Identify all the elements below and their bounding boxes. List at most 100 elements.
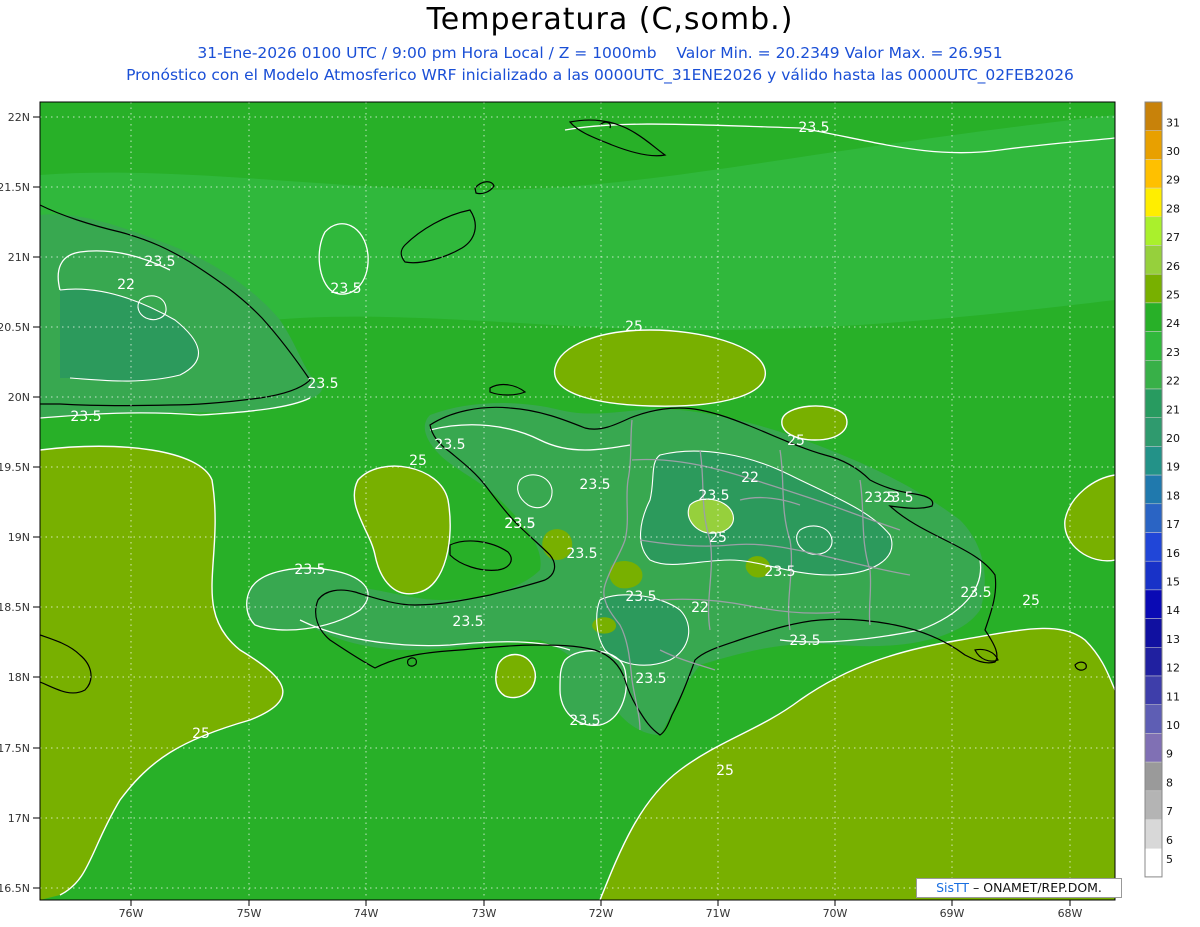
legend-swatch bbox=[1144, 417, 1163, 447]
legend-swatch bbox=[1144, 388, 1163, 418]
lon-label: 72W bbox=[589, 907, 614, 920]
lon-label: 71W bbox=[706, 907, 731, 920]
legend-swatch bbox=[1144, 474, 1163, 505]
lon-label: 74W bbox=[354, 907, 379, 920]
lat-label: 16.5N bbox=[0, 882, 30, 895]
legend-swatch bbox=[1144, 331, 1163, 361]
legend-label: 13 bbox=[1166, 633, 1180, 646]
lat-label: 21N bbox=[8, 251, 30, 264]
credit-text: – ONAMET/REP.DOM. bbox=[973, 880, 1102, 895]
legend-label: 27 bbox=[1166, 231, 1180, 244]
lon-label: 75W bbox=[237, 907, 262, 920]
contour-label: 23.5 bbox=[764, 564, 795, 580]
legend-label: 8 bbox=[1166, 776, 1173, 789]
contour-label: 25 bbox=[192, 726, 210, 742]
contour-label: 23.5 bbox=[70, 409, 101, 425]
legend-swatch bbox=[1144, 704, 1163, 734]
legend-swatch bbox=[1144, 302, 1163, 332]
temperature-map: 22N 21.5N 21N 20.5N 20N 19.5N 19N 18.5N 18N 17.5N… bbox=[0, 101, 1180, 920]
contour-label: 23.5 bbox=[579, 477, 610, 493]
legend-swatch bbox=[1144, 618, 1163, 648]
lat-label: 22N bbox=[8, 111, 30, 124]
credit-box: SisTT – ONAMET/REP.DOM. bbox=[916, 878, 1122, 898]
lat-label: 20.5N bbox=[0, 321, 30, 334]
legend-label: 12 bbox=[1166, 662, 1180, 675]
legend-label: 5 bbox=[1166, 853, 1173, 866]
legend-swatch bbox=[1144, 532, 1163, 562]
contour-label: 23.5 bbox=[566, 546, 597, 562]
contour-label: 23.5 bbox=[798, 120, 829, 136]
contour-label: 23.5 bbox=[635, 671, 666, 687]
legend-swatch bbox=[1144, 216, 1163, 246]
contour-label: 23.5 bbox=[789, 633, 820, 649]
legend-label: 20 bbox=[1166, 432, 1180, 445]
legend-label: 15 bbox=[1166, 575, 1180, 588]
contour-label: 25 bbox=[625, 319, 643, 335]
lon-label: 70W bbox=[823, 907, 848, 920]
contour-label: 22 bbox=[741, 470, 759, 486]
longitude-labels: 76W 75W 74W 73W 72W 71W 70W 69W 68W bbox=[119, 900, 1083, 920]
sistt-logo: SisTT bbox=[936, 880, 970, 895]
legend-swatch bbox=[1144, 130, 1163, 160]
legend-swatch bbox=[1144, 187, 1163, 218]
lon-label: 69W bbox=[940, 907, 965, 920]
legend-label: 31 bbox=[1166, 116, 1180, 129]
contour-label: 23.5 bbox=[307, 376, 338, 392]
lat-label: 19.5N bbox=[0, 461, 30, 474]
lat-label: 19N bbox=[8, 531, 30, 544]
legend-swatch bbox=[1144, 360, 1163, 390]
legend-label: 11 bbox=[1166, 690, 1180, 703]
legend-label: 29 bbox=[1166, 174, 1180, 187]
contour-label: 23.5 bbox=[452, 614, 483, 630]
contour-label: 23.5 bbox=[144, 254, 175, 270]
legend-swatch bbox=[1144, 446, 1163, 476]
legend-label: 7 bbox=[1166, 805, 1173, 818]
latitude-labels: 22N 21.5N 21N 20.5N 20N 19.5N 19N 18.5N 18N 17.5N… bbox=[0, 111, 40, 895]
legend-swatch bbox=[1144, 159, 1163, 189]
legend-label: 23 bbox=[1166, 346, 1180, 359]
contour-label: 22 bbox=[691, 600, 709, 616]
legend-label: 25 bbox=[1166, 288, 1180, 301]
color-legend: 31 30 29 28 27 26 25 24 23 22 21 20 19 18 17 16 15 14 13 12… bbox=[1144, 101, 1180, 878]
contour-label: 25 bbox=[787, 433, 805, 449]
contour-label: 25 bbox=[1022, 593, 1040, 609]
legend-label: 14 bbox=[1166, 604, 1180, 617]
lat-label: 21.5N bbox=[0, 181, 30, 194]
legend-swatch bbox=[1144, 589, 1163, 619]
lon-label: 68W bbox=[1058, 907, 1083, 920]
legend-swatch bbox=[1144, 560, 1163, 591]
contour-label: 23.5 bbox=[569, 713, 600, 729]
legend-label: 16 bbox=[1166, 547, 1180, 560]
legend-swatch bbox=[1144, 847, 1163, 878]
legend-swatch bbox=[1144, 273, 1163, 304]
legend-swatch bbox=[1144, 647, 1163, 677]
legend-label: 30 bbox=[1166, 145, 1180, 158]
lat-label: 20N bbox=[8, 391, 30, 404]
contour-label: 25 bbox=[409, 453, 427, 469]
contour-label: 23.5 bbox=[434, 437, 465, 453]
legend-swatch bbox=[1144, 761, 1163, 792]
legend-label: 28 bbox=[1166, 202, 1180, 215]
contour-label: 23.5 bbox=[625, 589, 656, 605]
lat-label: 17N bbox=[8, 812, 30, 825]
contour-label: 22 bbox=[117, 277, 135, 293]
legend-label: 17 bbox=[1166, 518, 1180, 531]
legend-swatch bbox=[1144, 245, 1163, 275]
contour-label: 23.5 bbox=[698, 488, 729, 504]
lon-label: 76W bbox=[119, 907, 144, 920]
legend-swatch bbox=[1144, 790, 1163, 820]
legend-label: 9 bbox=[1166, 748, 1173, 761]
contour-label: 23.5 bbox=[330, 281, 361, 297]
legend-label: 26 bbox=[1166, 260, 1180, 273]
contour-label: 23.5 bbox=[504, 516, 535, 532]
legend-label: 19 bbox=[1166, 461, 1180, 474]
legend-label: 21 bbox=[1166, 403, 1180, 416]
contour-label: 25 bbox=[716, 763, 734, 779]
legend-swatch bbox=[1144, 819, 1163, 849]
lat-label: 18.5N bbox=[0, 601, 30, 614]
legend-label: 18 bbox=[1166, 489, 1180, 502]
legend-swatch bbox=[1144, 675, 1163, 705]
contour-label: 23.5 bbox=[294, 562, 325, 578]
lat-label: 17.5N bbox=[0, 742, 30, 755]
legend-label: 6 bbox=[1166, 834, 1173, 847]
